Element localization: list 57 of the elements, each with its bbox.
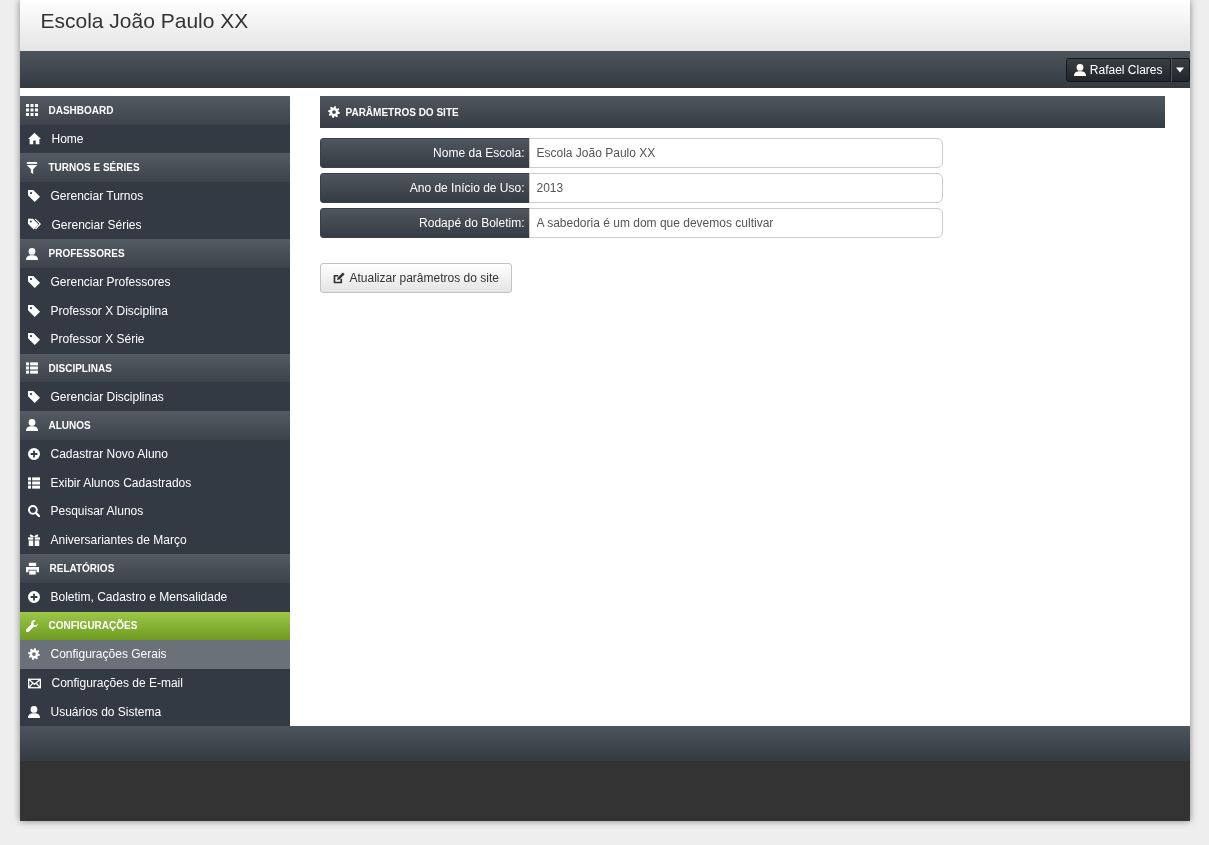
sidebar-link[interactable]: Gerenciar Professores [19, 267, 290, 297]
sidebar-link[interactable]: Pesquisar Alunos [19, 496, 290, 526]
sidebar-link[interactable]: Gerenciar Séries [19, 210, 290, 240]
home-icon [27, 132, 41, 146]
text-field[interactable]: A sabedoria é um dom que devemos cultivar [528, 208, 943, 238]
caret-icon [1176, 65, 1184, 74]
update-button[interactable]: Atualizar parâmetros do site [319, 263, 512, 293]
field-label: Ano de Início de Uso: [319, 173, 530, 203]
tags-icon [27, 218, 41, 232]
text-field[interactable]: 2013 [528, 173, 943, 203]
section-title: DISCIPLINAS [48, 361, 112, 376]
list-icon [27, 476, 40, 489]
user-icon [1073, 63, 1086, 76]
tag-icon [27, 276, 40, 289]
wrench-icon [25, 619, 38, 632]
user-icon [27, 705, 40, 718]
sidebar-link[interactable]: Usuários do Sistema [19, 697, 290, 727]
grid-icon [25, 104, 38, 117]
dropdown-toggle[interactable] [1170, 57, 1190, 82]
filter-icon [25, 161, 38, 174]
sidebar-link[interactable]: Professor X Série [19, 325, 290, 354]
tag-icon [27, 390, 40, 403]
user-menu-button[interactable]: Rafael Clares [1065, 57, 1171, 82]
gear-icon [327, 106, 340, 118]
list-icon [25, 362, 38, 375]
gear-icon [27, 648, 40, 661]
user-icon [25, 419, 38, 432]
search-icon [27, 505, 40, 518]
envelope-icon [27, 676, 41, 690]
section-title: RELATÓRIOS [49, 561, 115, 577]
section-title: TURNOS E SÉRIES [48, 160, 140, 176]
sidebar-link[interactable]: Exibir Alunos Cadastrados [19, 468, 290, 497]
tag-icon [27, 304, 40, 317]
sidebar-link[interactable]: Gerenciar Disciplinas [19, 382, 290, 412]
field-label: Rodapé do Boletim: [319, 208, 530, 238]
panel-title: PARÂMETROS DO SITE [345, 105, 459, 120]
printer-icon [25, 562, 39, 576]
section-title: ALUNOS [48, 418, 91, 433]
sidebar-link[interactable]: Configurações de E-mail [19, 668, 290, 698]
field-label: Nome da Escola: [319, 138, 530, 168]
sidebar-link[interactable]: Home [19, 124, 290, 154]
sidebar-link[interactable]: Boletim, Cadastro e Mensalidade [19, 582, 290, 612]
sidebar-link[interactable]: Professor X Disciplina [19, 296, 290, 326]
section-title: CONFIGURAÇÕES [48, 618, 138, 634]
sidebar-link[interactable]: Aniversariantes de Março [19, 525, 290, 555]
sidebar-link[interactable]: Gerenciar Turnos [19, 181, 290, 211]
gift-icon [27, 533, 40, 546]
tag-icon [27, 190, 40, 203]
section-title: PROFESSORES [48, 247, 125, 261]
sidebar-link[interactable]: Configurações Gerais [19, 640, 290, 669]
text-field[interactable]: Escola João Paulo XX [528, 138, 943, 168]
edit-icon [332, 272, 345, 284]
sidebar-link[interactable]: Cadastrar Novo Aluno [19, 439, 290, 469]
site-title: Escola João Paulo XX [40, 8, 249, 34]
section-title: DASHBOARD [48, 103, 114, 118]
user-icon [25, 247, 38, 260]
tag-icon [27, 333, 40, 346]
